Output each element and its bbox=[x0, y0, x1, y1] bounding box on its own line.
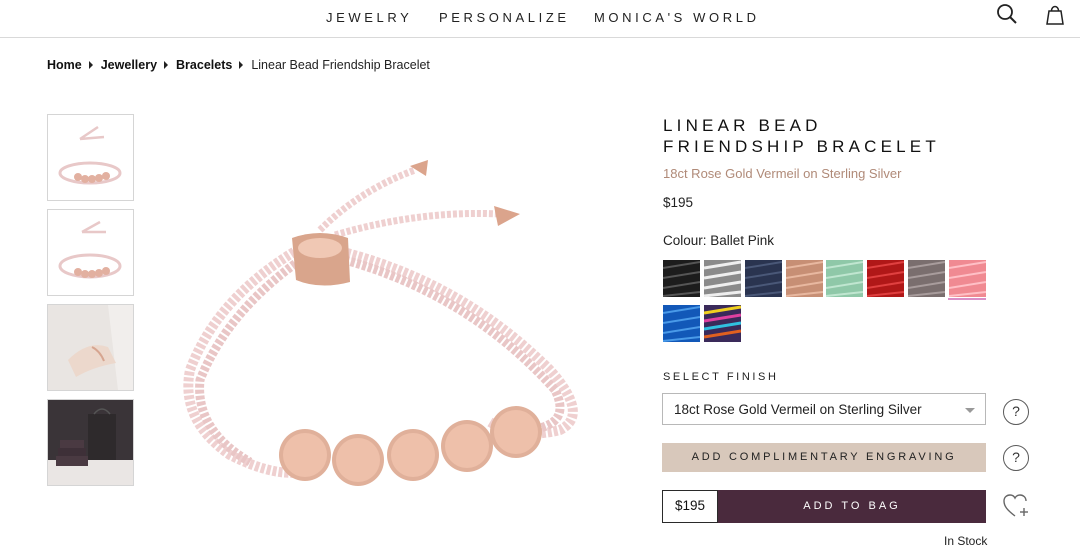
engraving-help-icon[interactable]: ? bbox=[1003, 445, 1029, 471]
breadcrumb-bracelets[interactable]: Bracelets bbox=[176, 58, 232, 72]
product-title-line-1: LINEAR BEAD bbox=[663, 116, 822, 135]
breadcrumb-current: Linear Bead Friendship Bracelet bbox=[251, 58, 430, 72]
breadcrumb-jewellery[interactable]: Jewellery bbox=[101, 58, 157, 72]
nav-personalize[interactable]: PERSONALIZE bbox=[439, 10, 570, 25]
product-material: 18ct Rose Gold Vermeil on Sterling Silve… bbox=[663, 166, 902, 181]
swatch-black[interactable] bbox=[663, 260, 700, 297]
swatch-rainbow[interactable] bbox=[704, 305, 741, 342]
product-title: LINEAR BEAD FRIENDSHIP BRACELET bbox=[663, 115, 940, 157]
select-finish-label: SELECT FINISH bbox=[663, 371, 779, 383]
thumbnail-bracelet-on-wrist[interactable] bbox=[47, 304, 134, 391]
nav-monicas-world[interactable]: MONICA'S WORLD bbox=[594, 10, 760, 25]
swatch-copper[interactable] bbox=[786, 260, 823, 297]
breadcrumb-separator-icon bbox=[239, 61, 244, 69]
product-title-line-2: FRIENDSHIP BRACELET bbox=[663, 137, 940, 156]
chevron-down-icon bbox=[965, 408, 975, 413]
stock-status: In Stock bbox=[944, 534, 988, 548]
bag-price: $195 bbox=[662, 490, 718, 523]
shopping-bag-icon[interactable] bbox=[1043, 3, 1067, 32]
swatch-ballet-pink[interactable] bbox=[949, 260, 986, 297]
search-icon[interactable] bbox=[996, 3, 1018, 30]
swatch-mint[interactable] bbox=[826, 260, 863, 297]
breadcrumb-separator-icon bbox=[164, 61, 169, 69]
swatch-navy[interactable] bbox=[745, 260, 782, 297]
selected-swatch-indicator bbox=[948, 298, 986, 300]
main-product-image bbox=[160, 110, 600, 550]
add-engraving-button[interactable]: ADD COMPLIMENTARY ENGRAVING bbox=[662, 443, 986, 472]
swatch-blue[interactable] bbox=[663, 305, 700, 342]
nav-jewelry[interactable]: JEWELRY bbox=[326, 10, 412, 25]
finish-dropdown-value: 18ct Rose Gold Vermeil on Sterling Silve… bbox=[674, 402, 922, 417]
product-price: $195 bbox=[663, 195, 694, 210]
swatch-grey[interactable] bbox=[908, 260, 945, 297]
swatch-black-white[interactable] bbox=[704, 260, 741, 297]
finish-help-icon[interactable]: ? bbox=[1003, 399, 1029, 425]
thumbnail-bracelet-front[interactable] bbox=[47, 114, 134, 201]
thumbnail-gift-packaging[interactable] bbox=[47, 399, 134, 486]
top-navigation: JEWELRY PERSONALIZE MONICA'S WORLD bbox=[0, 0, 1080, 38]
breadcrumb-home[interactable]: Home bbox=[47, 58, 82, 72]
thumbnail-bracelet-angle[interactable] bbox=[47, 209, 134, 296]
breadcrumb-separator-icon bbox=[88, 61, 93, 69]
finish-dropdown[interactable]: 18ct Rose Gold Vermeil on Sterling Silve… bbox=[662, 393, 986, 425]
heart-plus-icon[interactable] bbox=[1003, 494, 1031, 525]
colour-label: Colour: Ballet Pink bbox=[663, 233, 775, 248]
breadcrumb: Home Jewellery Bracelets Linear Bead Fri… bbox=[47, 58, 430, 72]
swatch-red[interactable] bbox=[867, 260, 904, 297]
add-to-bag-button[interactable]: ADD TO BAG bbox=[718, 490, 986, 523]
